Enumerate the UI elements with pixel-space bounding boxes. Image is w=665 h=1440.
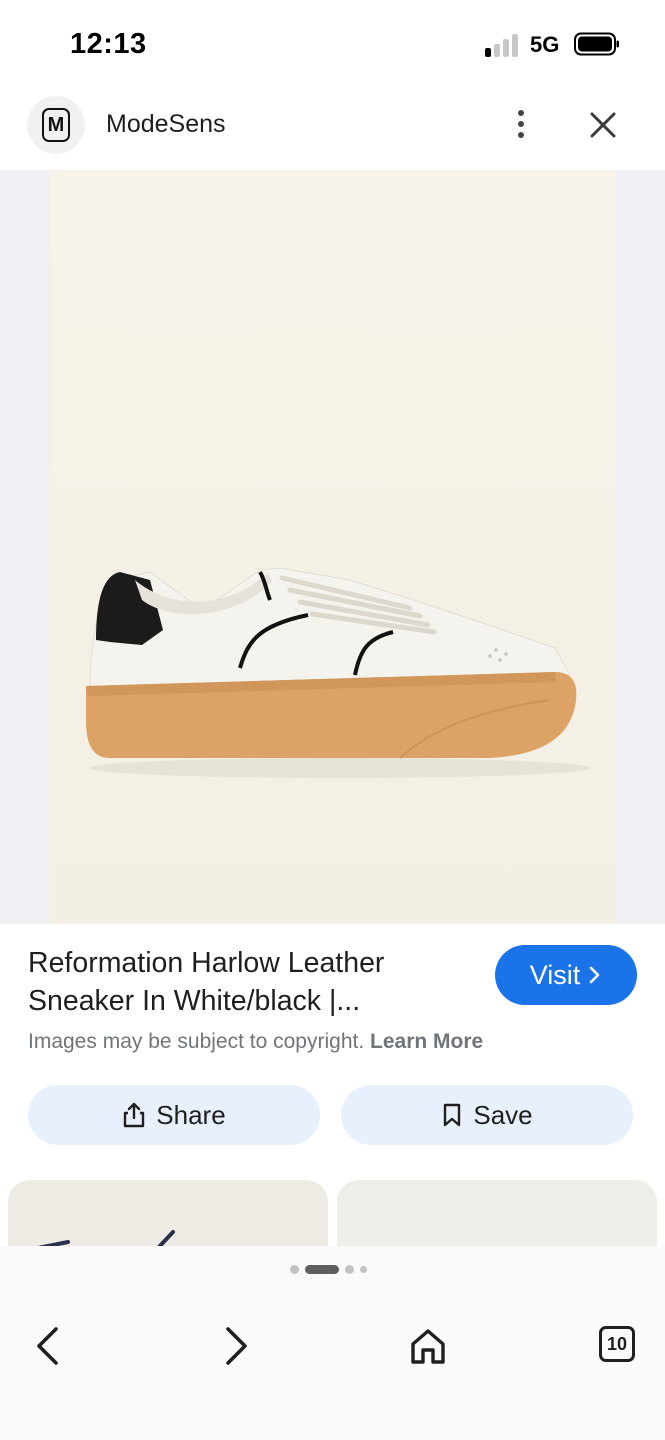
thumbnail-preview: [36, 1230, 175, 1250]
status-bar: 12:13 5G: [0, 0, 665, 88]
chevron-right-icon[interactable]: [214, 1324, 258, 1368]
chevron-left-icon[interactable]: [26, 1324, 70, 1368]
visit-button[interactable]: Visit: [495, 945, 637, 1005]
pager-dot: [360, 1265, 367, 1273]
browser-header: M ModeSens: [0, 88, 665, 170]
battery-icon: [574, 32, 619, 56]
bottom-navigation: 10: [0, 1246, 665, 1440]
home-icon[interactable]: [406, 1324, 450, 1368]
visit-label: Visit: [529, 959, 581, 990]
save-label: Save: [473, 1099, 533, 1130]
site-logo[interactable]: M: [27, 96, 85, 154]
result-title[interactable]: Reformation Harlow Leather Sneaker In Wh…: [28, 944, 468, 1020]
pager-dot: [290, 1264, 299, 1274]
chevron-right-icon: [589, 966, 600, 984]
pager-dot-active: [305, 1264, 339, 1274]
learn-more-link[interactable]: Learn More: [370, 1030, 483, 1053]
signal-icon: [485, 33, 521, 57]
related-image-thumbnail[interactable]: [8, 1180, 328, 1250]
site-name: ModeSens: [106, 110, 226, 138]
more-vert-icon[interactable]: [506, 104, 536, 144]
pager-dot: [345, 1264, 354, 1274]
copyright-notice: Images may be subject to copyright. Lear…: [28, 1030, 483, 1054]
network-type: 5G: [530, 32, 560, 57]
save-button[interactable]: Save: [341, 1085, 633, 1145]
product-image-viewer[interactable]: [0, 170, 665, 924]
logo-letter: M: [42, 108, 70, 142]
share-button[interactable]: Share: [28, 1085, 320, 1145]
pager-dots: [290, 1264, 367, 1274]
related-image-thumbnail[interactable]: [337, 1180, 657, 1250]
copyright-text: Images may be subject to copyright.: [28, 1030, 365, 1053]
bookmark-icon: [444, 1103, 461, 1127]
sneaker-image: [86, 567, 590, 778]
share-icon: [124, 1102, 145, 1128]
tabs-count-button[interactable]: 10: [599, 1326, 635, 1362]
status-time: 12:13: [70, 28, 147, 60]
close-icon[interactable]: [586, 108, 620, 142]
share-label: Share: [156, 1099, 226, 1130]
